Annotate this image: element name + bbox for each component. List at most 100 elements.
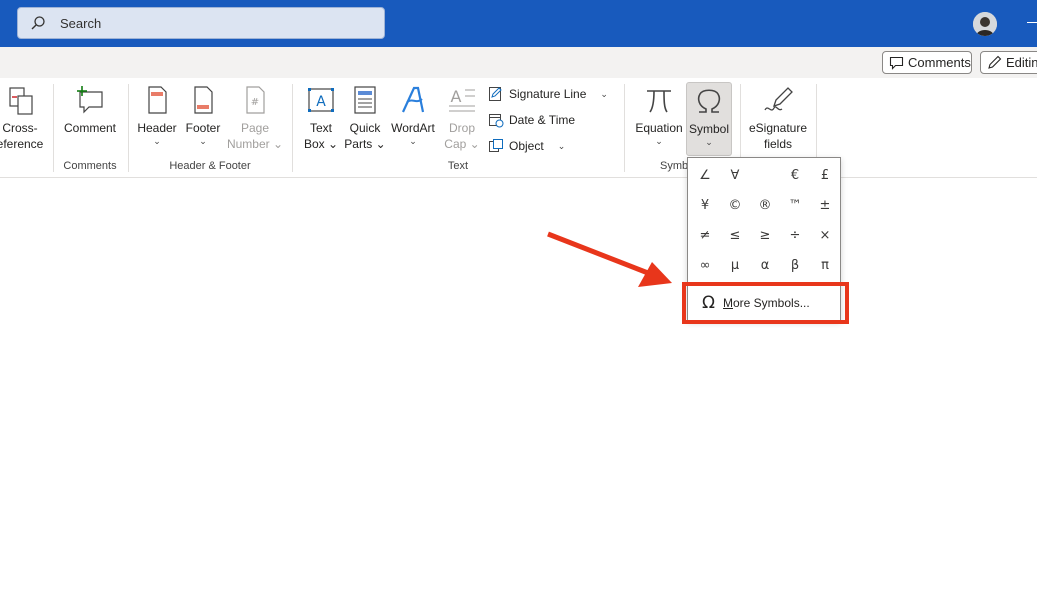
search-icon: [31, 16, 45, 30]
search-placeholder: Search: [60, 15, 102, 31]
calendar-clock-icon: [489, 114, 504, 128]
header-button[interactable]: Header ⌄: [136, 82, 178, 156]
svg-text:#: #: [251, 97, 259, 108]
chevron-down-icon: ⌄: [600, 88, 608, 99]
text-box-button[interactable]: A Text Box ⌄: [300, 82, 342, 156]
symbol-cell[interactable]: ≥: [750, 220, 780, 250]
quick-parts-label-2-text: Parts: [344, 137, 373, 151]
object-icon: [489, 139, 503, 152]
quick-parts-label-1: Quick: [349, 121, 381, 135]
chevron-down-icon: ⌄: [199, 136, 207, 146]
text-box-icon: A: [308, 88, 334, 112]
symbol-cell[interactable]: ×: [810, 220, 840, 250]
symbols-group-label: Symb: [660, 160, 689, 172]
comments-label: Comments: [908, 55, 971, 70]
symbol-cell[interactable]: €: [780, 160, 810, 190]
cross-reference-label-1: Cross-: [2, 121, 38, 135]
symbol-cell[interactable]: α: [750, 250, 780, 280]
comment-icon: [889, 56, 904, 70]
cross-reference-icon: [9, 87, 33, 115]
page-number-button[interactable]: # Page Number ⌄: [226, 82, 284, 156]
symbol-button[interactable]: Symbol ⌄: [686, 82, 732, 156]
wordart-label: WordArt: [391, 121, 435, 135]
drop-cap-label-2-text: Cap: [444, 137, 467, 151]
chevron-down-icon: ⌄: [705, 137, 713, 147]
esignature-label-1: eSignature: [748, 121, 808, 135]
symbol-cell[interactable]: ®: [750, 190, 780, 220]
symbol-cell[interactable]: ÷: [780, 220, 810, 250]
chevron-down-icon: ⌄: [557, 140, 566, 151]
esignature-fields-button[interactable]: eSignature fields: [744, 82, 812, 156]
symbol-cell[interactable]: ™: [780, 190, 810, 220]
symbol-cell[interactable]: [750, 160, 780, 190]
chevron-down-icon: ⌄: [409, 136, 417, 146]
quick-parts-label-2: Parts ⌄: [344, 137, 386, 151]
footer-button[interactable]: Footer ⌄: [182, 82, 224, 156]
symbol-cell[interactable]: ±: [810, 190, 840, 220]
page-number-label-2: Number ⌄: [226, 137, 284, 151]
text-box-label-1: Text: [309, 121, 332, 135]
new-comment-button[interactable]: Comment: [60, 82, 120, 156]
wordart-button[interactable]: WordArt ⌄: [388, 82, 438, 156]
omega-icon: [697, 89, 721, 113]
wordart-icon: [402, 86, 425, 113]
symbol-cell[interactable]: ©: [720, 190, 750, 220]
header-footer-group-label: Header & Footer: [169, 160, 251, 172]
symbol-cell[interactable]: £: [810, 160, 840, 190]
editing-label: Editing: [1006, 55, 1037, 70]
ribbon-separator: [624, 84, 625, 172]
symbol-cell[interactable]: ∠: [690, 160, 720, 190]
footer-icon: [194, 86, 213, 114]
cross-reference-button[interactable]: Cross- eference: [0, 82, 46, 156]
comments-button[interactable]: Comments: [882, 51, 972, 74]
search-box[interactable]: Search: [17, 7, 385, 39]
new-comment-icon: [77, 86, 103, 114]
object-button[interactable]: Object ⌄: [488, 136, 565, 156]
symbol-cell[interactable]: π: [810, 250, 840, 280]
date-time-button[interactable]: Date & Time: [488, 110, 575, 130]
signature-line-button[interactable]: Signature Line ⌄: [488, 84, 608, 104]
text-box-label-2-text: Box: [303, 137, 325, 151]
equation-button[interactable]: Equation ⌄: [632, 82, 686, 156]
text-group-label: Text: [447, 160, 469, 172]
signature-line-icon: [489, 87, 502, 101]
symbol-cell[interactable]: ∀: [720, 160, 750, 190]
date-time-label: Date & Time: [509, 113, 576, 127]
symbol-cell[interactable]: ≤: [720, 220, 750, 250]
symbol-grid: ∠ ∀ € £ ¥ © ® ™ ± ≠ ≤ ≥ ÷ × ∞ µ α β π: [690, 160, 840, 280]
chevron-down-icon: ⌄: [153, 136, 161, 146]
svg-text:A: A: [316, 94, 326, 110]
symbol-cell[interactable]: β: [780, 250, 810, 280]
footer-label: Footer: [185, 121, 221, 135]
header-icon: [148, 86, 167, 114]
page-number-icon: #: [246, 86, 265, 114]
page-number-label-2-text: Number: [226, 137, 270, 151]
signature-line-label: Signature Line: [509, 87, 587, 101]
cross-reference-label-2: eference: [0, 137, 44, 151]
signature-pen-icon: [764, 87, 793, 111]
comment-label: Comment: [63, 121, 116, 135]
symbol-cell[interactable]: ¥: [690, 190, 720, 220]
user-avatar[interactable]: [973, 12, 997, 36]
quick-parts-icon: [354, 86, 376, 114]
symbol-label: Symbol: [688, 122, 729, 136]
minimize-button[interactable]: [1027, 22, 1037, 23]
drop-cap-button[interactable]: A Drop Cap ⌄: [442, 82, 482, 156]
drop-cap-label-1: Drop: [448, 121, 475, 135]
ribbon-separator: [128, 84, 129, 172]
symbol-cell[interactable]: ≠: [690, 220, 720, 250]
page-number-label-1: Page: [240, 121, 270, 135]
editing-mode-button[interactable]: Editing: [980, 51, 1037, 74]
text-box-label-2: Box ⌄: [303, 137, 339, 151]
drop-cap-label-2: Cap ⌄: [444, 137, 480, 151]
symbol-cell[interactable]: ∞: [690, 250, 720, 280]
word-window: Search Comments Editing Cr: [0, 0, 1037, 613]
symbol-cell[interactable]: µ: [720, 250, 750, 280]
header-label: Header: [137, 121, 177, 135]
title-bar: Search: [0, 0, 1037, 47]
quick-parts-button[interactable]: Quick Parts ⌄: [344, 82, 386, 156]
comments-group-label: Comments: [63, 160, 117, 172]
avatar-image: [973, 12, 997, 36]
esignature-label-2: fields: [763, 137, 792, 151]
ribbon-separator: [292, 84, 293, 172]
